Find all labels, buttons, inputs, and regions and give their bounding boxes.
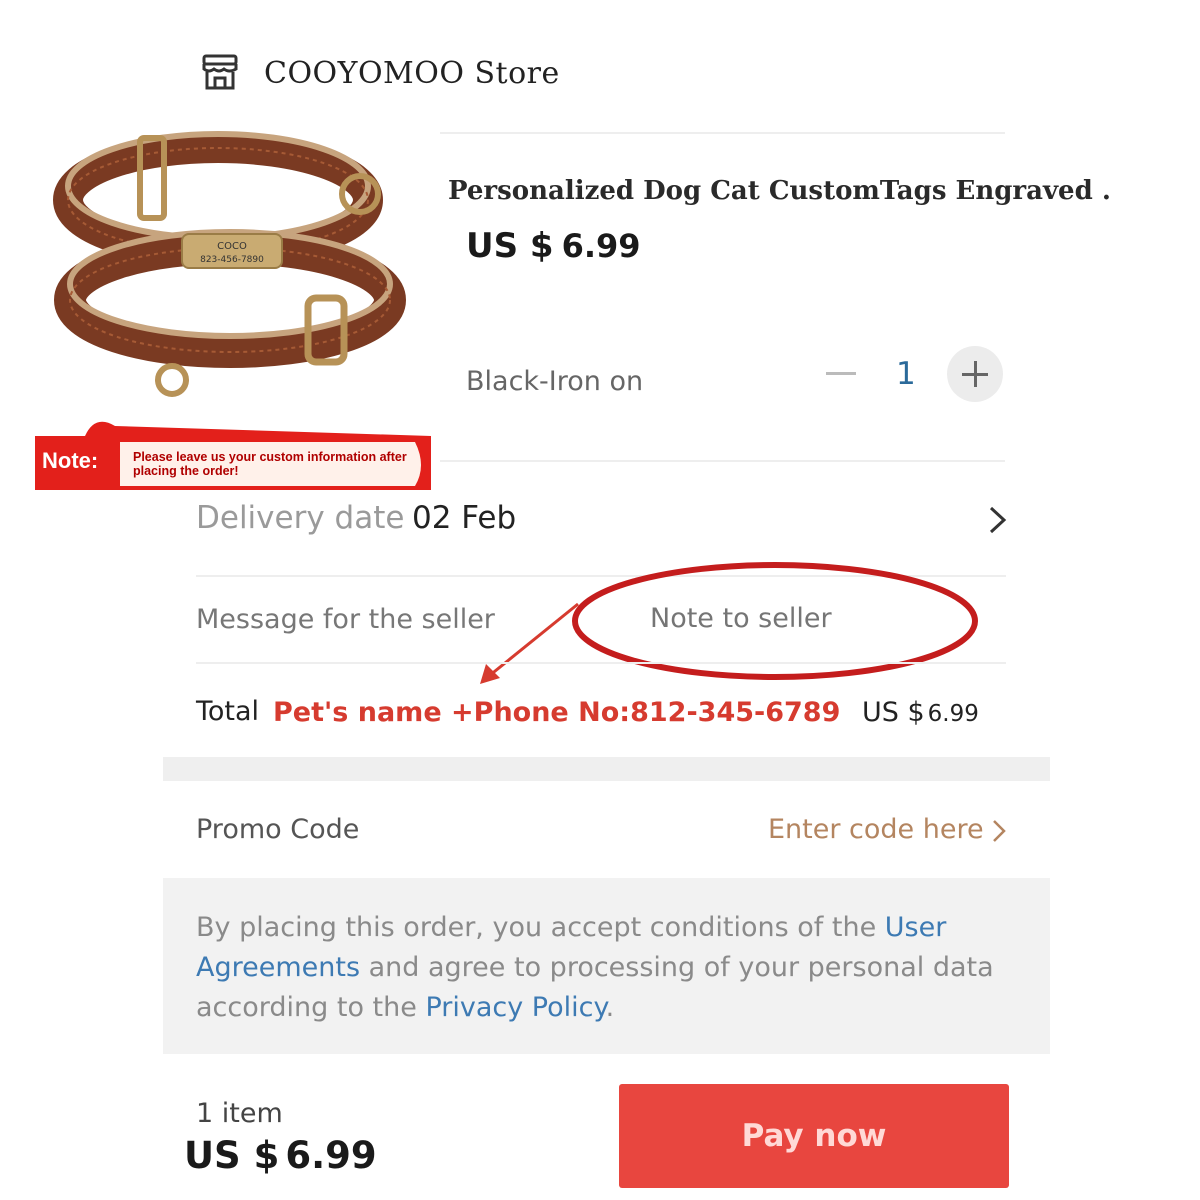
footer-price-value: 6.99 [285, 1134, 377, 1177]
total-price: US $6.99 [862, 697, 979, 728]
product-price: US $6.99 [466, 226, 641, 266]
chevron-right-icon[interactable] [986, 504, 1010, 536]
terms-text-part3: . [605, 992, 615, 1023]
chevron-right-icon[interactable] [990, 818, 1008, 844]
store-icon [202, 54, 238, 90]
enter-code-link[interactable]: Enter code here [768, 814, 984, 845]
product-price-value: 6.99 [561, 227, 641, 265]
tag-phone-text: 823-456-7890 [200, 255, 264, 265]
tag-name-text: COCO [217, 241, 247, 252]
store-name[interactable]: COOYOMOO Store [264, 56, 560, 91]
delivery-date-value: 02 Feb [412, 500, 517, 536]
message-label: Message for the seller [196, 604, 495, 635]
terms-text: By placing this order, you accept condit… [196, 908, 1016, 1028]
divider [196, 662, 1006, 664]
terms-text-part1: By placing this order, you accept condit… [196, 912, 885, 943]
arrow-icon [480, 602, 579, 684]
note-text: Please leave us your custom information … [133, 450, 407, 478]
total-annotation: Pet's name +Phone No:812-345-6789 [273, 697, 841, 728]
plus-icon[interactable] [947, 346, 1003, 402]
footer-price-currency: US $ [184, 1134, 280, 1177]
divider [440, 460, 1005, 462]
pay-now-button[interactable]: Pay now [619, 1084, 1009, 1188]
divider [440, 132, 1005, 134]
items-count: 1 item [196, 1098, 283, 1129]
promo-code-label: Promo Code [196, 814, 360, 845]
total-price-value: 6.99 [927, 701, 979, 727]
highlight-ellipse [572, 562, 978, 680]
product-price-currency: US $ [466, 226, 554, 266]
variant-label[interactable]: Black-Iron on [466, 366, 643, 397]
quantity-value: 1 [896, 356, 916, 392]
delivery-date-label: Delivery date [196, 500, 405, 536]
note-label: Note: [42, 448, 99, 473]
product-image[interactable]: COCO 823-456-7890 [40, 130, 410, 400]
privacy-policy-link[interactable]: Privacy Policy [425, 992, 605, 1023]
footer-price: US $6.99 [184, 1134, 377, 1177]
total-price-currency: US $ [862, 697, 925, 728]
minus-icon[interactable] [826, 372, 856, 375]
product-title[interactable]: Personalized Dog Cat CustomTags Engraved… [448, 176, 1111, 206]
total-label: Total [196, 696, 260, 727]
section-separator [163, 757, 1050, 781]
